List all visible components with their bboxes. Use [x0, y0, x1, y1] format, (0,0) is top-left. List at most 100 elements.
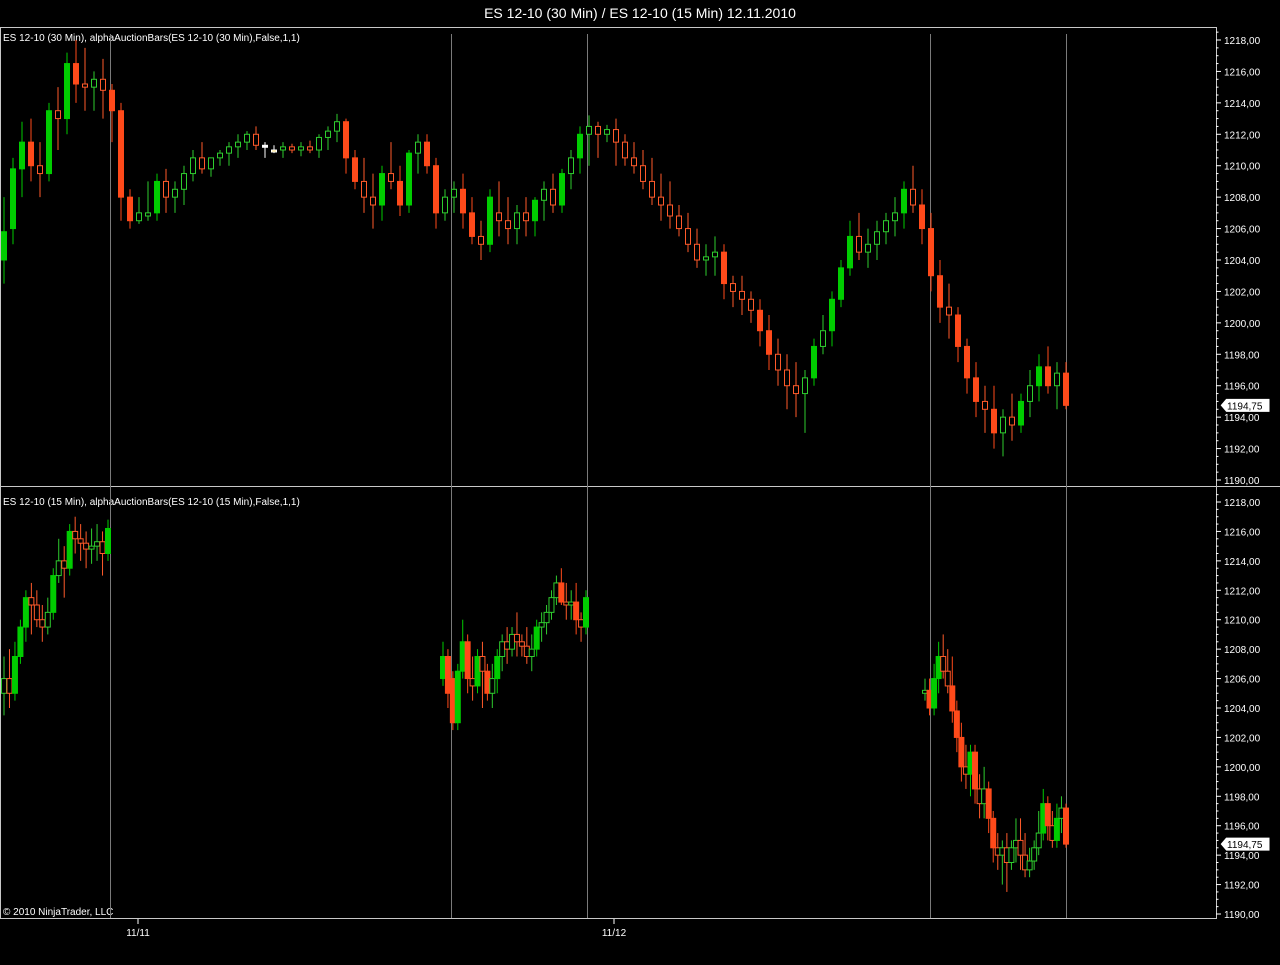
candle-15min-body	[568, 601, 575, 606]
candle-15min-body	[1, 678, 7, 694]
candle-30min	[1036, 354, 1042, 402]
price-tick-label: 1194,00	[1224, 851, 1260, 862]
candle-30min	[388, 142, 394, 190]
candle-30min-body	[982, 400, 988, 410]
candle-30min	[190, 150, 196, 182]
candle-30min	[397, 165, 403, 216]
price-tick-label: 1190,00	[1224, 910, 1260, 921]
candle-30min-body	[694, 243, 700, 261]
candle-30min	[1018, 393, 1024, 433]
candle-15min	[440, 641, 446, 686]
candle-15min-body	[543, 611, 550, 624]
candle-30min-body	[874, 231, 880, 245]
candle-30min	[775, 338, 781, 386]
candle-30min	[145, 181, 151, 221]
candle-15min	[50, 568, 57, 620]
candle-15min-body	[538, 622, 545, 628]
candle-30min-body	[946, 306, 952, 316]
candle-30min	[865, 228, 871, 268]
candle-30min	[289, 143, 295, 154]
price-tick-label: 1206,00	[1224, 675, 1261, 686]
candle-15min	[548, 590, 555, 620]
candle-30min	[568, 150, 574, 190]
candle-15min	[454, 663, 461, 731]
candle-15min	[504, 627, 511, 664]
candle-30min-body	[1045, 366, 1051, 387]
candle-30min	[937, 260, 943, 323]
candle-30min-body	[604, 129, 610, 135]
candle-30min	[991, 385, 997, 449]
candle-30min	[649, 157, 655, 205]
candle-30min	[550, 173, 556, 213]
candle-30min-body	[883, 220, 889, 233]
time-axis[interactable]: 11/11 11/12	[126, 919, 627, 939]
candle-30min	[820, 315, 826, 355]
candle-30min-body	[379, 173, 385, 206]
candle-30min	[604, 124, 610, 143]
candle-15min-body	[931, 678, 938, 709]
candle-15min-body	[22, 597, 29, 628]
candle-30min-body	[856, 235, 862, 253]
candle-30min	[613, 118, 619, 166]
candle-30min-body	[370, 196, 376, 206]
candle-15min-body	[440, 656, 446, 680]
candles-30min	[1, 40, 1069, 457]
candle-30min	[667, 181, 673, 229]
candle-30min	[676, 205, 682, 237]
candle-30min	[199, 142, 205, 174]
candle-30min-body	[361, 180, 367, 198]
candle-30min	[541, 181, 547, 221]
price-tick-label: 1204,00	[1224, 256, 1261, 267]
last-price-tag-label: 1194,75	[1227, 401, 1263, 412]
candle-30min-body	[541, 188, 547, 201]
candle-30min	[91, 71, 97, 111]
candle-15min-body	[563, 601, 570, 606]
candle-30min-body	[433, 165, 439, 214]
candle-30min-body	[847, 235, 853, 269]
candle-15min	[543, 605, 550, 635]
candle-30min-body	[1063, 372, 1069, 406]
candle-15min-body	[944, 670, 951, 687]
candle-30min	[487, 189, 493, 253]
candle-15min	[6, 649, 13, 708]
candle-15min-body	[77, 538, 84, 544]
price-tick-label: 1202,00	[1224, 733, 1261, 744]
chart-canvas[interactable]: 1190,00 1192,00 1194,00 1196,00 1198,00 1200,…	[0, 0, 1280, 965]
frame-outer	[0, 27, 1217, 919]
candle-15min-body	[479, 656, 486, 672]
candle-15min-body	[573, 601, 580, 621]
price-axes[interactable]: 1190,00 1192,00 1194,00 1196,00 1198,00 1200,…	[1216, 31, 1261, 921]
candle-15min	[72, 516, 79, 554]
candle-30min-body	[226, 146, 232, 154]
candle-30min	[982, 385, 988, 433]
candle-15min	[578, 612, 585, 642]
candle-15min-body	[499, 641, 506, 657]
candle-30min-body	[1000, 416, 1006, 434]
candle-30min-body	[352, 157, 358, 182]
price-tick-label: 1212,00	[1224, 130, 1261, 141]
candle-30min	[73, 40, 79, 103]
candle-30min	[496, 181, 502, 237]
candle-30min-body	[964, 345, 970, 379]
candle-15min-body	[985, 788, 992, 819]
candle-15min	[11, 641, 18, 701]
candle-30min	[262, 142, 268, 158]
candle-15min	[499, 634, 506, 672]
candle-30min-body	[514, 212, 520, 230]
candle-30min	[595, 121, 601, 158]
candle-30min-body	[397, 180, 403, 206]
candle-30min-body	[865, 243, 871, 253]
price-tick-label: 1198,00	[1224, 350, 1260, 361]
price-tick-label: 1214,00	[1224, 99, 1261, 110]
candle-15min-body	[50, 575, 57, 613]
candle-15min-body	[489, 678, 496, 694]
candle-30min	[127, 189, 133, 229]
candle-15min-body	[28, 597, 35, 606]
candles-15min	[1, 516, 1069, 892]
candle-15min-body	[558, 582, 565, 603]
candle-30min	[235, 134, 241, 158]
candle-30min	[361, 157, 367, 213]
candle-30min	[523, 197, 529, 237]
candle-30min	[433, 157, 439, 229]
candle-30min-body	[784, 369, 790, 387]
